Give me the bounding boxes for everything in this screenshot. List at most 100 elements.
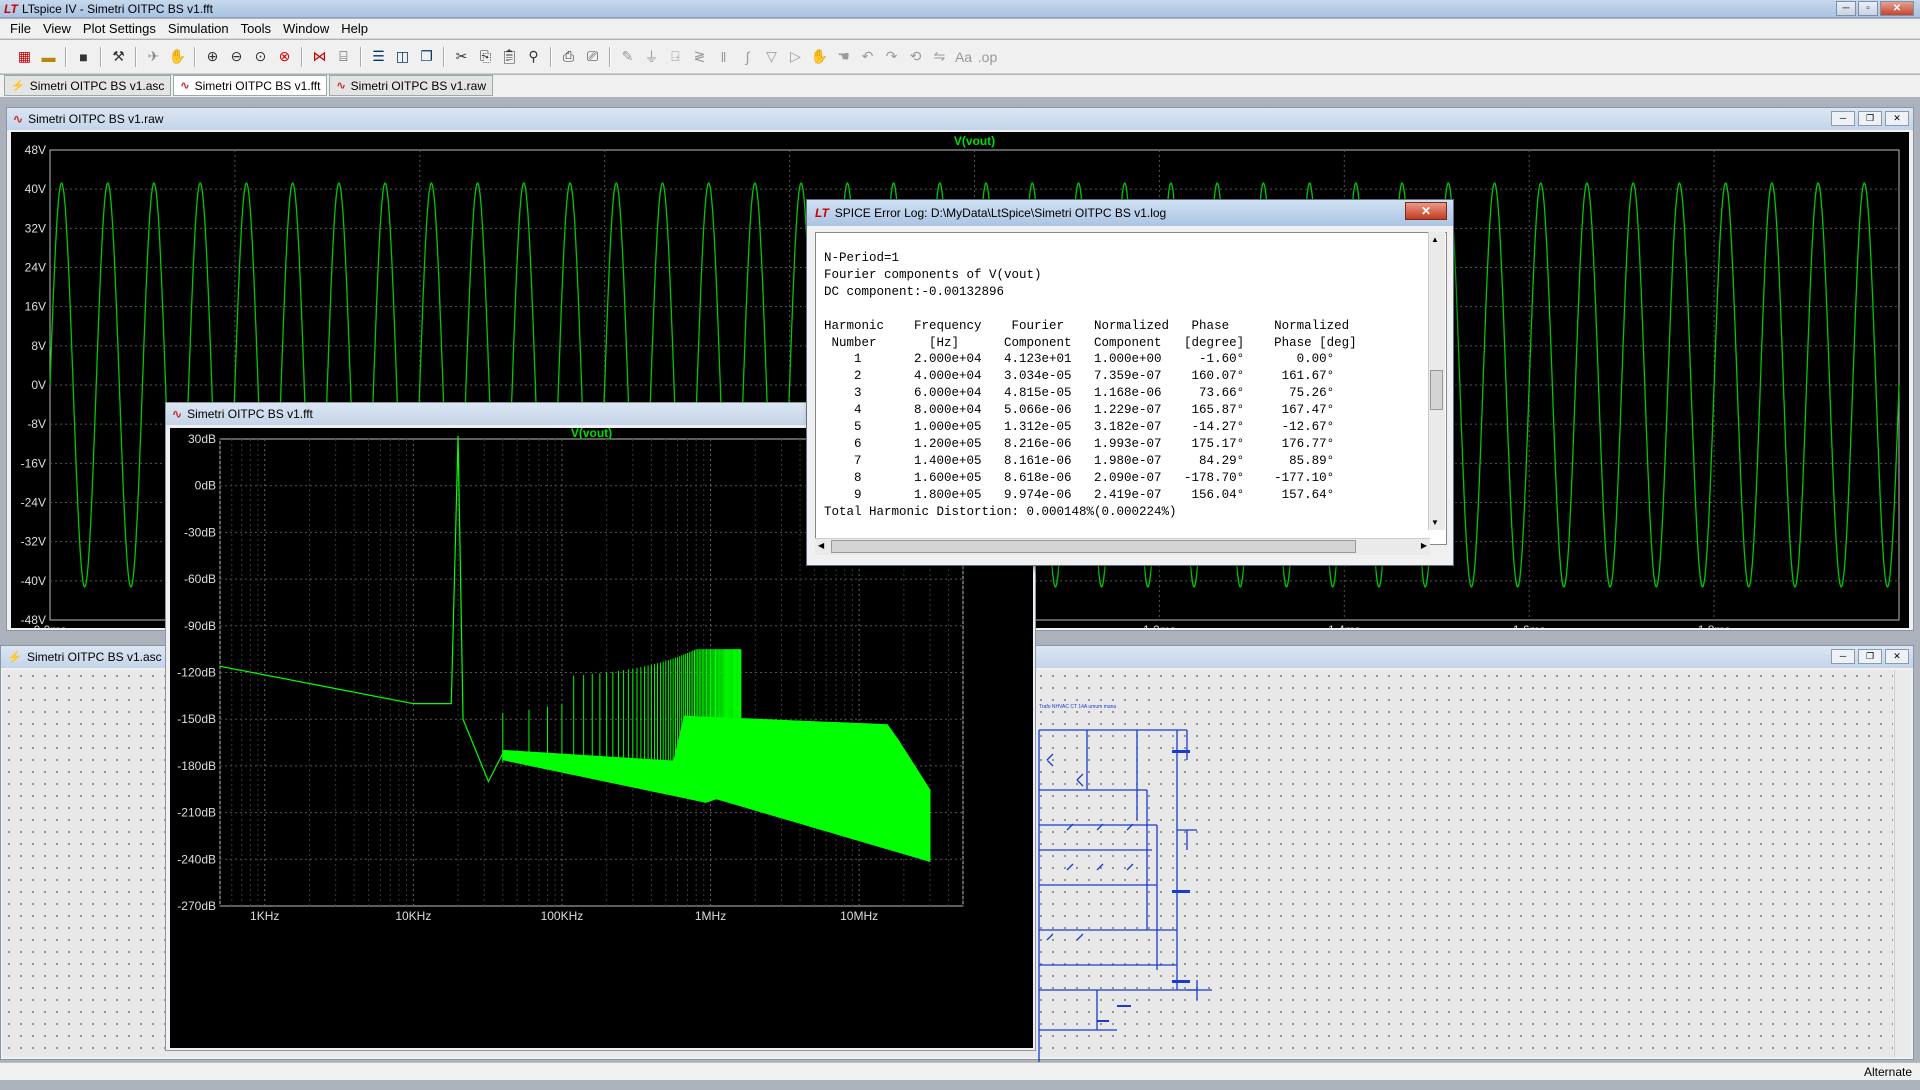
save-icon[interactable]: ■ [73,46,94,67]
y-tick-label: -210dB [177,806,216,820]
text-icon[interactable]: Aa [953,46,974,67]
x-tick-label: 1.6ms [1513,623,1546,628]
tile-horizontal-icon[interactable]: ☰ [368,46,389,67]
error-log-text[interactable]: N-Period=1 Fourier components of V(vout)… [815,232,1447,545]
tab-raw[interactable]: ∿ Simetri OITPC BS v1.raw [329,75,494,96]
waveform-icon: ∿ [180,80,190,92]
zoom-fit-icon[interactable]: ⊗ [274,46,295,67]
minimize-button[interactable]: ─ [1836,1,1856,16]
asc-close-button[interactable]: ✕ [1885,649,1909,664]
scroll-thumb[interactable] [831,540,1356,553]
raw-close-button[interactable]: ✕ [1885,111,1909,126]
find-icon[interactable]: ⚲ [523,46,544,67]
pick-visible-icon[interactable]: ⌸ [333,46,354,67]
resistor-icon[interactable]: ≷ [689,46,710,67]
error-log-title: SPICE Error Log: D:\MyData\LtSpice\Simet… [834,206,1167,220]
control-panel-icon[interactable]: ⚒ [108,46,129,67]
tab-fft[interactable]: ∿ Simetri OITPC BS v1.fft [173,75,328,96]
y-tick-label: -90dB [184,619,216,633]
maximize-button[interactable]: ▫ [1858,1,1878,16]
error-log-close-button[interactable]: ✕ [1405,202,1447,220]
schematic-note: Trafo NHVAC CT 14A umum mana [1039,704,1116,710]
y-tick-label: 0V [31,378,46,392]
asc-minimize-button[interactable]: ─ [1831,649,1855,664]
redo-icon[interactable]: ↷ [881,46,902,67]
x-tick-label: 1KHz [250,909,279,923]
scroll-up-icon[interactable]: ▲ [1431,235,1439,244]
waveform-icon: ∿ [336,80,346,92]
y-tick-label: 24V [25,261,46,275]
tab-asc[interactable]: ⚡ Simetri OITPC BS v1.asc [4,75,172,96]
x-tick-label: 100KHz [541,909,584,923]
zoom-out-icon[interactable]: ⊖ [226,46,247,67]
autorange-icon[interactable]: ⋈ [309,46,330,67]
menu-file[interactable]: File [4,21,37,36]
mirror-icon[interactable]: ⇋ [929,46,950,67]
cut-icon[interactable]: ✂ [451,46,472,67]
y-tick-label: -150dB [177,712,216,726]
new-schematic-icon[interactable]: ▦ [14,46,35,67]
y-tick-label: -120dB [177,666,216,680]
raw-minimize-button[interactable]: ─ [1831,111,1855,126]
scroll-right-icon[interactable]: ▶ [1421,541,1427,550]
open-icon[interactable]: ▬ [38,46,59,67]
inductor-icon[interactable]: ∫ [737,46,758,67]
wire-icon[interactable]: ✎ [617,46,638,67]
menu-tools[interactable]: Tools [235,21,277,36]
menu-view[interactable]: View [37,21,77,36]
asc-vertical-scrollbar[interactable] [1894,670,1911,1057]
menu-plot-settings[interactable]: Plot Settings [77,21,162,36]
y-tick-label: 30dB [188,432,216,446]
cascade-icon[interactable]: ❐ [416,46,437,67]
raw-window-title: Simetri OITPC BS v1.raw [28,112,164,126]
tab-label: Simetri OITPC BS v1.raw [350,78,487,93]
scroll-down-icon[interactable]: ▼ [1431,518,1439,527]
document-tabs: ⚡ Simetri OITPC BS v1.asc ∿ Simetri OITPC … [0,75,1920,97]
zoom-in-icon[interactable]: ⊕ [202,46,223,67]
diode-icon[interactable]: ▽ [761,46,782,67]
menu-window[interactable]: Window [277,21,335,36]
x-tick-label: 10MHz [840,909,878,923]
move-icon[interactable]: ✋ [809,46,830,67]
rotate-icon[interactable]: ⟲ [905,46,926,67]
component-icon[interactable]: ▷ [785,46,806,67]
y-tick-label: 40V [25,182,46,196]
spice-directive-icon[interactable]: .op [977,46,998,67]
y-tick-label: -30dB [184,525,216,539]
scroll-left-icon[interactable]: ◀ [818,541,824,550]
error-log-vertical-scrollbar[interactable]: ▲ ▼ [1428,232,1445,530]
ground-icon[interactable]: ⏚ [641,46,662,67]
undo-icon[interactable]: ↶ [857,46,878,67]
close-button[interactable]: ✕ [1880,1,1914,16]
y-tick-label: -180dB [177,759,216,773]
run-icon[interactable]: ✈ [143,46,164,67]
menu-help[interactable]: Help [335,21,374,36]
tab-label: Simetri OITPC BS v1.fft [194,78,321,93]
app-titlebar: LT LTspice IV - Simetri OITPC BS v1.fft … [0,0,1920,18]
schematic-drawing: Trafo NHVAC CT 14A umum mana [1038,704,1212,1080]
scroll-thumb[interactable] [1430,370,1443,410]
x-tick-label: 10KHz [395,909,431,923]
spice-error-log-dialog[interactable]: LT SPICE Error Log: D:\MyData\LtSpice\Si… [806,199,1454,566]
print-preview-icon[interactable]: ⎚ [582,46,603,67]
schematic-icon: ⚡ [7,650,22,664]
halt-icon[interactable]: ✋ [167,46,188,67]
error-log-horizontal-scrollbar[interactable]: ◀ ▶ [815,538,1430,555]
toolbar: ▦ ▬ ■ ⚒ ✈ ✋ ⊕ ⊖ ⊙ ⊗ ⋈ ⌸ ☰ ◫ ❐ ✂ ⎘ 📋︎ ⚲ ⎙… [0,40,1920,74]
menu-simulation[interactable]: Simulation [162,21,235,36]
ltspice-logo-icon: LT [815,206,829,220]
zoom-pan-icon[interactable]: ⊙ [250,46,271,67]
label-icon[interactable]: ⍈ [665,46,686,67]
tile-vertical-icon[interactable]: ◫ [392,46,413,67]
menu-bar: File View Plot Settings Simulation Tools… [0,19,1920,39]
paste-icon[interactable]: 📋︎ [499,46,520,67]
error-log-titlebar: LT SPICE Error Log: D:\MyData\LtSpice\Si… [807,200,1453,226]
print-icon[interactable]: ⎙ [558,46,579,67]
asc-restore-button[interactable]: ❐ [1858,649,1882,664]
drag-icon[interactable]: ☚ [833,46,854,67]
raw-window-titlebar: ∿ Simetri OITPC BS v1.raw ─ ❐ ✕ [7,108,1913,130]
capacitor-icon[interactable]: ‖ [713,46,734,67]
waveform-icon: ∿ [172,407,183,421]
copy-icon[interactable]: ⎘ [475,46,496,67]
raw-restore-button[interactable]: ❐ [1858,111,1882,126]
